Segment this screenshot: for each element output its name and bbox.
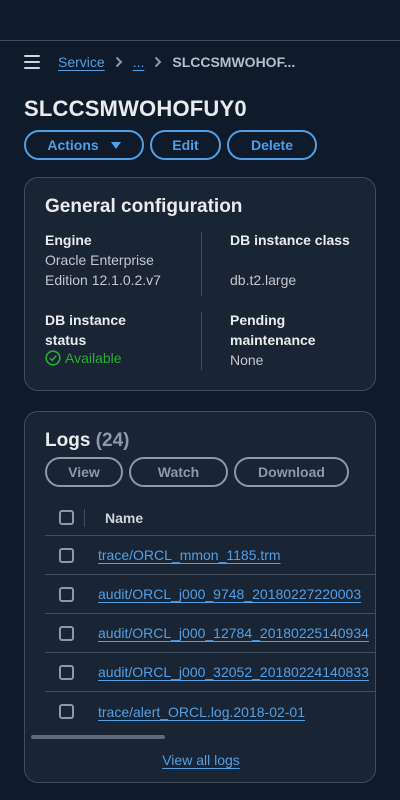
log-file-link[interactable]: trace/alert_ORCL.log.2018-02-01 (98, 704, 305, 720)
select-all-checkbox[interactable] (59, 510, 74, 525)
pending-maintenance-value: None (230, 352, 264, 368)
row-checkbox[interactable] (59, 547, 74, 563)
general-configuration-panel: General configuration Engine Oracle Ente… (24, 177, 376, 391)
horizontal-scrollbar[interactable] (31, 735, 165, 739)
logs-panel: Logs (24) View Watch Download Name trace… (24, 411, 376, 783)
log-file-link[interactable]: audit/ORCL_j000_12784_20180225140934 (98, 625, 369, 641)
delete-button[interactable]: Delete (227, 130, 317, 160)
breadcrumb: Service ... SLCCSMWOHOF... (0, 41, 400, 83)
instance-status-label: DB instance status (45, 312, 126, 348)
actions-dropdown-button[interactable]: Actions (24, 130, 144, 160)
table-row: trace/alert_ORCL.log.2018-02-01 (45, 692, 375, 731)
status-available: Available (45, 350, 122, 366)
instance-class-value: db.t2.large (230, 272, 297, 288)
page-actions: Actions Edit Delete (24, 130, 317, 160)
row-checkbox[interactable] (59, 704, 74, 719)
view-all-logs-link[interactable]: View all logs (162, 752, 240, 768)
row-checkbox[interactable] (59, 625, 74, 641)
table-header: Name (45, 500, 375, 536)
caret-down-icon (110, 141, 121, 149)
column-header-name[interactable]: Name (105, 510, 143, 526)
menu-icon[interactable] (24, 55, 40, 69)
logs-count: (24) (95, 430, 130, 451)
watch-button[interactable]: Watch (129, 457, 228, 487)
column-divider (201, 232, 202, 296)
logs-actions: View Watch Download (45, 457, 349, 487)
status-text: Available (65, 350, 122, 366)
table-row: trace/ORCL_mmon_1185.trm (45, 536, 375, 575)
log-file-link[interactable]: audit/ORCL_j000_32052_20180224140833 (98, 664, 369, 680)
chevron-right-icon (154, 56, 162, 68)
actions-label: Actions (47, 137, 99, 153)
log-file-link[interactable]: trace/ORCL_mmon_1185.trm (98, 547, 281, 563)
table-row: audit/ORCL_j000_32052_20180224140833 (45, 653, 375, 692)
chevron-right-icon (115, 56, 123, 68)
column-divider (84, 508, 85, 527)
engine-label: Engine (45, 232, 92, 248)
logs-title: Logs (45, 430, 91, 451)
view-all-logs: View all logs (25, 752, 375, 770)
column-divider (201, 312, 202, 370)
instance-class-label: DB instance class (230, 232, 350, 248)
pending-maintenance-label: Pending maintenance (230, 312, 316, 348)
edit-button[interactable]: Edit (150, 130, 221, 160)
panel-title: General configuration (45, 196, 243, 217)
row-checkbox[interactable] (59, 664, 74, 680)
download-button[interactable]: Download (234, 457, 349, 487)
status-check-icon (45, 350, 61, 366)
breadcrumb-ellipsis[interactable]: ... (133, 54, 145, 70)
page-title: SLCCSMWOHOFUY0 (24, 96, 247, 121)
view-button[interactable]: View (45, 457, 123, 487)
table-row: audit/ORCL_j000_12784_20180225140934 (45, 614, 375, 653)
breadcrumb-current: SLCCSMWOHOF... (172, 54, 296, 70)
engine-value: Oracle Enterprise Edition 12.1.0.2.v7 (45, 252, 161, 288)
logs-table: Name trace/ORCL_mmon_1185.trm audit/ORCL… (45, 500, 375, 731)
log-file-link[interactable]: audit/ORCL_j000_9748_20180227220003 (98, 586, 361, 602)
row-checkbox[interactable] (59, 586, 74, 602)
breadcrumb-service[interactable]: Service (58, 54, 105, 70)
table-row: audit/ORCL_j000_9748_20180227220003 (45, 575, 375, 614)
logs-header: Logs (24) (45, 430, 129, 452)
